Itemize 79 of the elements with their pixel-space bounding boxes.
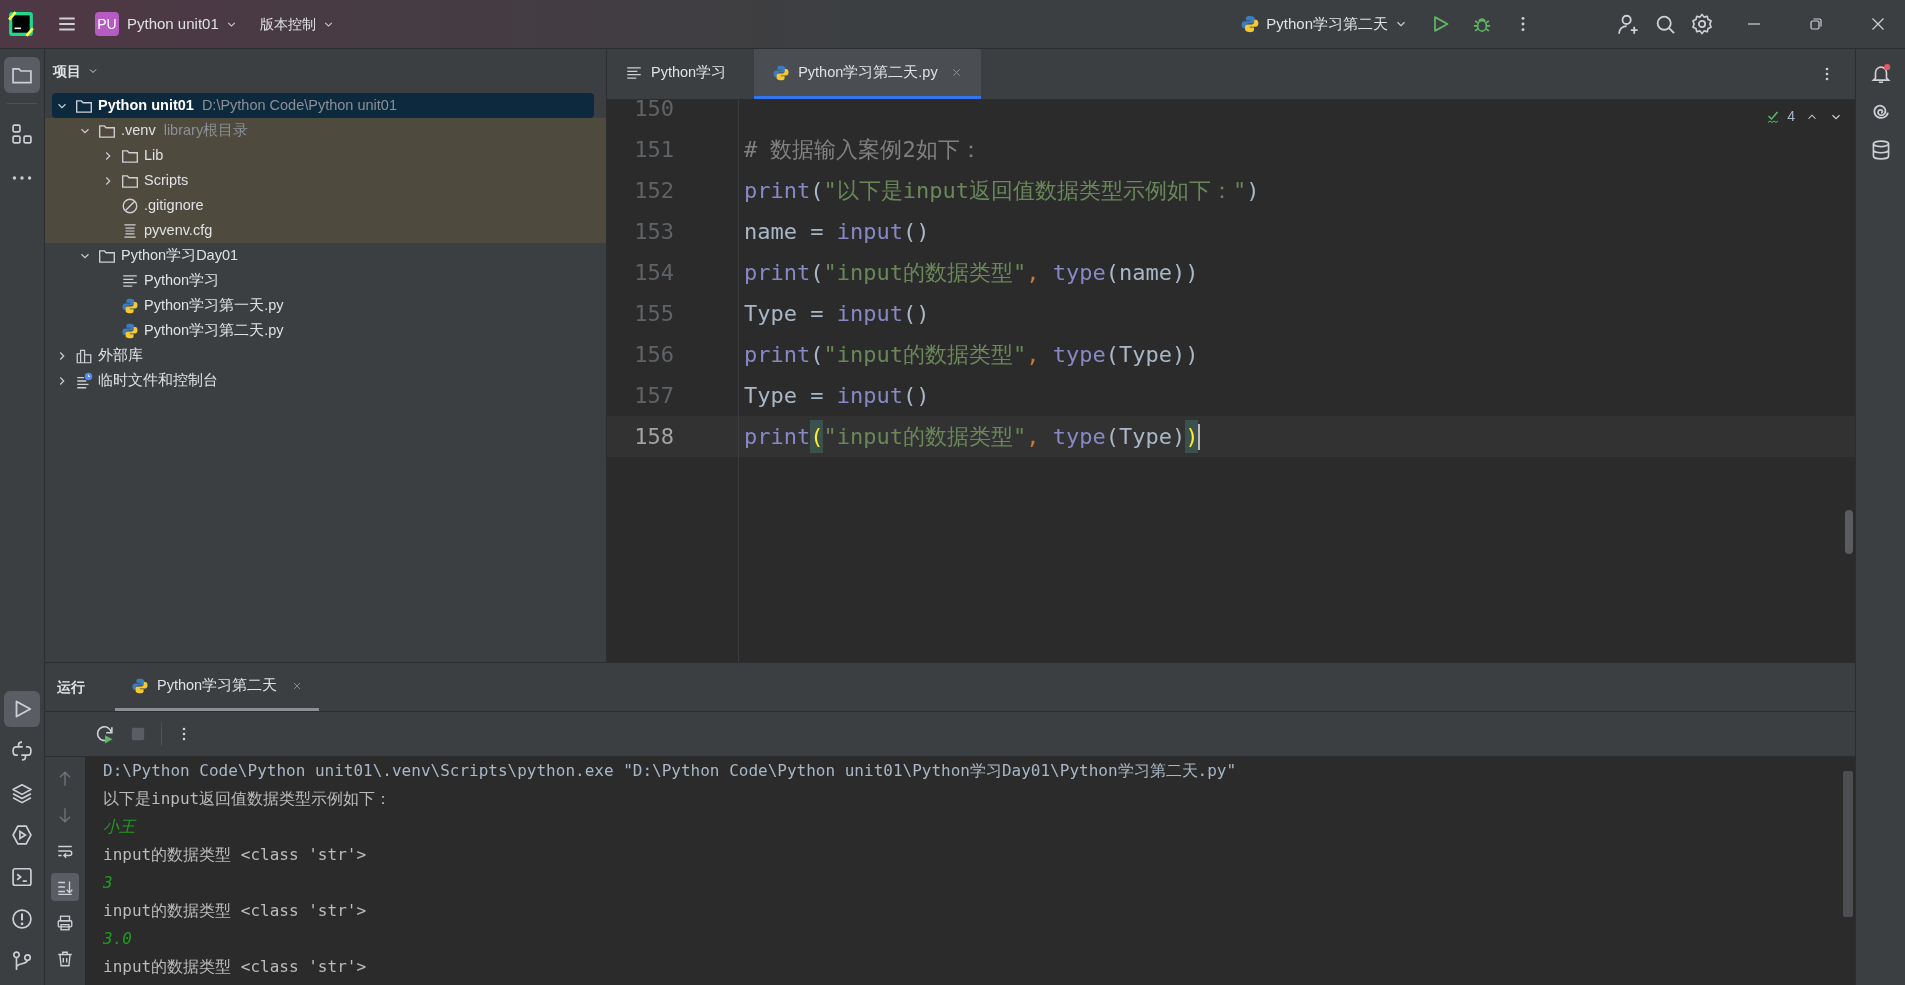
console-output-line: input的数据类型 <class 'str'> <box>103 900 367 922</box>
editor-tab[interactable]: Python学习 <box>607 49 745 99</box>
run-tab[interactable]: Python学习第二天 <box>115 663 320 711</box>
project-panel-title[interactable]: 项目 <box>53 60 99 82</box>
console-output-line: input的数据类型 <class 'str'> <box>103 844 367 866</box>
notification-bell-icon[interactable] <box>1869 63 1892 85</box>
line-number: 156 <box>633 341 674 369</box>
tree-item[interactable]: 临时文件和控制台 <box>45 368 606 393</box>
tree-item[interactable]: pyvenv.cfg <box>45 218 606 243</box>
code-line: print("以下是input返回值数据类型示例如下：") <box>744 177 1260 205</box>
python-icon <box>772 63 791 82</box>
printer-icon[interactable] <box>56 914 74 932</box>
scroll-down-icon[interactable] <box>56 878 74 896</box>
run-tool-button[interactable] <box>4 691 40 727</box>
text-cursor <box>1198 423 1201 450</box>
line-number: 154 <box>633 259 674 287</box>
inspection-widget[interactable]: 4 <box>1767 106 1795 127</box>
code-line: Type = input() <box>744 382 930 410</box>
line-number: 152 <box>633 177 674 205</box>
python-outline-icon[interactable] <box>11 740 33 762</box>
scrollbar-thumb[interactable] <box>1845 510 1853 554</box>
tree-item[interactable]: Python学习Day01 <box>45 243 606 268</box>
scroll-to-end-button[interactable] <box>51 873 79 901</box>
console-output-line: D:\Python Code\Python unit01\.venv\Scripts\python.exe "D:\Python Code\Python unit01\Python学习Day01\Python学习第二天.py" <box>103 760 1237 782</box>
code-line: Type = input() <box>744 300 930 328</box>
line-number: 150 <box>633 100 674 123</box>
slashed-circle-icon <box>121 196 139 215</box>
project-badge: PU <box>95 12 119 36</box>
code-line: print("input的数据类型", type(Type)) <box>744 420 1201 453</box>
terminal-icon[interactable] <box>11 866 33 888</box>
tree-item[interactable]: .gitignore <box>45 193 606 218</box>
line-number: 157 <box>633 382 674 410</box>
trash-icon[interactable] <box>56 950 74 968</box>
run-config-dropdown[interactable]: Python学习第二天 <box>1240 12 1408 36</box>
line-number: 151 <box>633 136 674 164</box>
lines-icon <box>121 221 139 240</box>
rerun-icon[interactable] <box>95 724 115 744</box>
tree-item[interactable]: .venv library根目录 <box>45 118 606 143</box>
python-icon <box>131 676 149 695</box>
console-input-line: 3 <box>103 872 113 894</box>
app-logo-icon[interactable] <box>8 11 34 37</box>
layers-icon[interactable] <box>11 782 33 804</box>
tree-item[interactable]: 外部库 <box>45 343 606 368</box>
code-line: # 数据输入案例2如下： <box>744 136 982 164</box>
console-input-line: 小王 <box>103 816 135 838</box>
code-line: print("input的数据类型", type(name)) <box>744 259 1199 287</box>
close-icon[interactable] <box>1870 16 1886 32</box>
line-number: 153 <box>633 218 674 246</box>
console-input-line: 3.0 <box>103 928 132 950</box>
tree-item[interactable]: Python学习第一天.py <box>45 293 606 318</box>
code-line: print("input的数据类型", type(Type)) <box>744 341 1199 369</box>
tree-item[interactable]: Python学习 <box>45 268 606 293</box>
add-user-icon[interactable] <box>1617 13 1639 35</box>
project-tool-button[interactable] <box>4 57 40 93</box>
hexagon-play-icon[interactable] <box>11 824 33 846</box>
python-icon <box>1240 14 1261 34</box>
python-icon <box>121 321 139 340</box>
search-icon[interactable] <box>1655 13 1676 35</box>
warning-icon[interactable] <box>11 908 33 930</box>
line-number: 155 <box>633 300 674 328</box>
restore-icon[interactable] <box>1808 16 1824 32</box>
scratch-icon <box>75 371 93 390</box>
settings-icon[interactable] <box>1691 13 1713 35</box>
code-line: name = input() <box>744 218 930 246</box>
run-panel-title: 运行 <box>57 677 86 697</box>
git-branch-icon[interactable] <box>11 950 33 972</box>
vcs-dropdown[interactable]: 版本控制 <box>259 13 335 35</box>
console-output-line: 以下是input返回值数据类型示例如下： <box>103 788 392 810</box>
tree-item[interactable]: Scripts <box>45 168 606 193</box>
line-number: 158 <box>633 423 674 451</box>
squares-icon[interactable] <box>11 123 33 145</box>
editor-tab[interactable]: Python学习第二天.py <box>754 49 981 99</box>
scrollbar-thumb[interactable] <box>1843 771 1853 917</box>
tree-item[interactable]: Lib <box>45 143 606 168</box>
project-dropdown[interactable]: Python unit01 <box>127 12 238 36</box>
tree-item[interactable]: Python学习第二天.py <box>45 318 606 343</box>
tree-item[interactable]: Python unit01 D:\Python Code\Python unit01 <box>52 93 594 118</box>
python-icon <box>121 296 139 315</box>
console-output-line: input的数据类型 <class 'str'> <box>103 956 367 978</box>
